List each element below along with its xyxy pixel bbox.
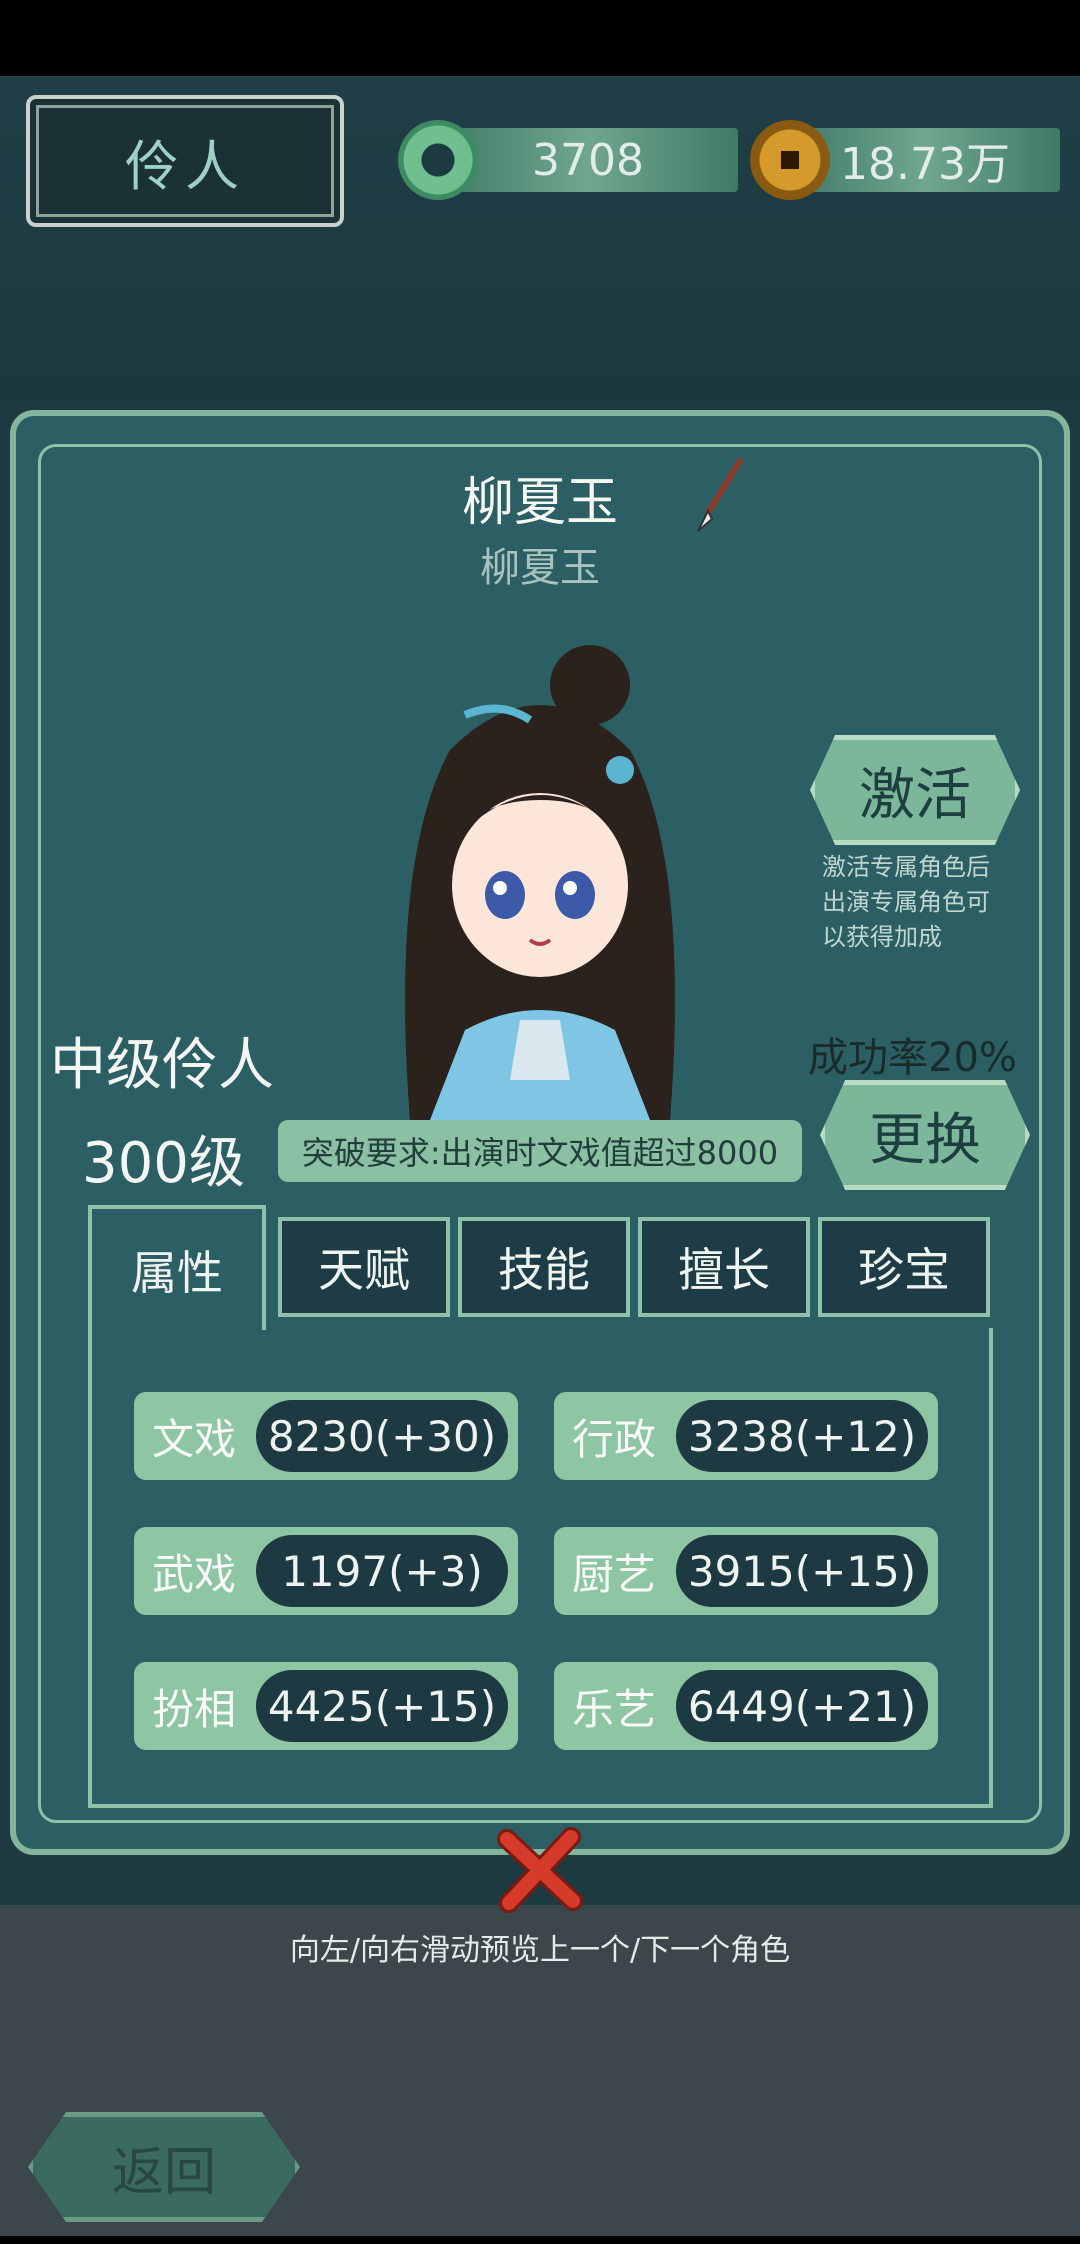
tab-attributes[interactable]: 属性 [88, 1205, 266, 1330]
swipe-hint: 向左/向右滑动预览上一个/下一个角色 [289, 1933, 791, 1968]
navigation-bar [0, 2236, 1080, 2244]
stat-martial-drama: 武戏 1197(+3) [134, 1527, 518, 1615]
coin-amount: 18.73万 [790, 128, 1060, 192]
character-portrait [405, 645, 675, 1120]
activate-note-line: 出演专属角色可 [822, 888, 990, 916]
stat-value: 3238(+12) [676, 1400, 928, 1472]
swap-button[interactable]: 更换 [820, 1080, 1030, 1190]
activate-button[interactable]: 激活 [810, 735, 1020, 845]
stat-administration: 行政 3238(+12) [554, 1392, 938, 1480]
stat-label: 行政 [572, 1414, 657, 1464]
stat-value: 1197(+3) [256, 1535, 508, 1607]
stat-label: 文戏 [152, 1414, 237, 1464]
tab-specialty[interactable]: 擅长 [638, 1217, 810, 1317]
stat-label: 厨艺 [572, 1549, 657, 1599]
character-subtitle: 柳夏玉 [480, 545, 600, 591]
edit-brush-icon[interactable] [690, 455, 750, 535]
tab-skills[interactable]: 技能 [458, 1217, 630, 1317]
breakthrough-requirement: 突破要求:出演时文戏值超过8000 [278, 1120, 802, 1182]
coin-icon [750, 120, 830, 200]
attributes-panel: 文戏 8230(+30) 行政 3238(+12) 武戏 1197(+3) 厨艺… [88, 1328, 993, 1808]
stat-appearance: 扮相 4425(+15) [134, 1662, 518, 1750]
jade-icon [398, 120, 478, 200]
stat-value: 4425(+15) [256, 1670, 508, 1742]
character-name: 柳夏玉 [461, 473, 618, 533]
stat-value: 3915(+15) [676, 1535, 928, 1607]
jade-amount: 3708 [438, 128, 738, 192]
back-button[interactable]: 返回 [28, 2112, 300, 2222]
stat-cooking: 厨艺 3915(+15) [554, 1527, 938, 1615]
tab-bar: 属性 天赋 技能 擅长 珍宝 [88, 1205, 993, 1330]
page-title-plaque: 伶人 [26, 95, 344, 227]
stat-literary-drama: 文戏 8230(+30) [134, 1392, 518, 1480]
coin-currency[interactable]: 18.73万 [750, 120, 1070, 202]
status-bar [0, 0, 1080, 76]
close-icon[interactable] [495, 1825, 585, 1915]
stat-label: 武戏 [152, 1549, 237, 1599]
tab-treasure[interactable]: 珍宝 [818, 1217, 990, 1317]
stat-music: 乐艺 6449(+21) [554, 1662, 938, 1750]
character-rank: 中级伶人 [50, 1033, 274, 1098]
stat-label: 乐艺 [572, 1684, 657, 1734]
character-level: 300级 [82, 1131, 245, 1196]
stat-value: 6449(+21) [676, 1670, 928, 1742]
activate-note-line: 激活专属角色后 [822, 853, 990, 881]
activate-note-line: 以获得加成 [822, 923, 942, 951]
activate-note: 激活专属角色后 出演专属角色可 以获得加成 [822, 850, 1002, 955]
tab-talent[interactable]: 天赋 [278, 1217, 450, 1317]
page-title: 伶人 [125, 134, 245, 198]
stat-label: 扮相 [152, 1684, 237, 1734]
jade-currency[interactable]: 3708 [398, 120, 743, 202]
stat-value: 8230(+30) [256, 1400, 508, 1472]
success-rate: 成功率20% [808, 1035, 1017, 1081]
